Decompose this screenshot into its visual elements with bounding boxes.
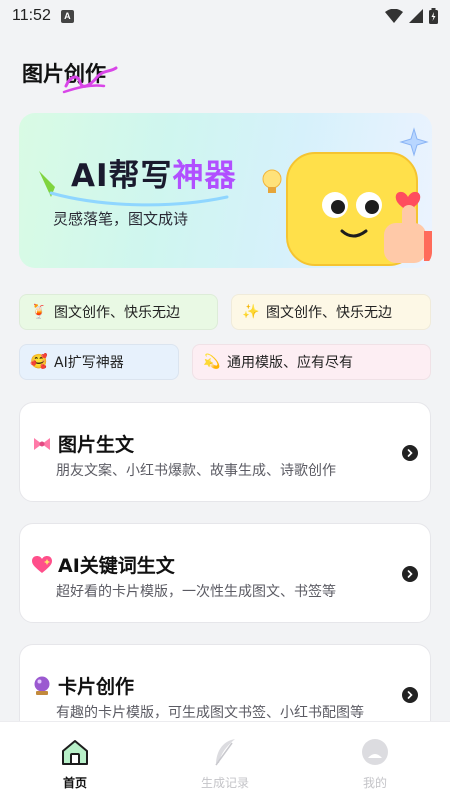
nav-label: 首页 [62, 776, 87, 790]
battery-icon [429, 8, 438, 24]
feather-icon [209, 736, 241, 768]
card-title: AI关键词生文 [32, 551, 175, 578]
card-description: 有趣的卡片模版，可生成图文书签、小红书配图等 [56, 705, 364, 721]
title-underline-squiggle [62, 66, 118, 94]
tag-label: 通用模版、应有尽有 [227, 355, 353, 371]
crystal-ball-icon [32, 676, 52, 696]
nav-item-home[interactable]: 首页 [0, 722, 150, 801]
card-description: 超好看的卡片模版，一次性生成图文、书签等 [56, 584, 336, 600]
chevron-right-icon[interactable] [402, 445, 418, 461]
status-icons [385, 8, 438, 24]
feature-card-ai-keyword-to-text[interactable]: AI关键词生文 超好看的卡片模版，一次性生成图文、书签等 [19, 523, 431, 623]
banner-title-highlight: 神器 [172, 158, 237, 194]
light-bulb-icon [262, 169, 282, 193]
dizzy-star-icon: 💫 [203, 354, 221, 370]
nav-label: 我的 [362, 776, 387, 790]
accessibility-icon: A [60, 9, 74, 23]
chevron-right-icon[interactable] [402, 687, 418, 703]
signal-icon [409, 9, 423, 23]
status-time: 11:52 [12, 7, 51, 24]
mascot-thumbs-up-illustration [262, 127, 432, 266]
tag-chip[interactable]: 🍹 图文创作、快乐无边 [19, 294, 218, 330]
feature-card-image-to-text[interactable]: 图片生文 朋友文案、小红书爆款、故事生成、诗歌创作 [19, 402, 431, 502]
chevron-right-icon[interactable] [402, 566, 418, 582]
wifi-icon [385, 9, 403, 23]
tag-label: 图文创作、快乐无边 [54, 305, 180, 321]
nav-item-profile[interactable]: 我的 [300, 722, 450, 801]
nav-label: 生成记录 [200, 776, 249, 790]
home-icon [59, 736, 91, 768]
tag-label: 图文创作、快乐无边 [266, 305, 392, 321]
cocktail-icon: 🍹 [30, 304, 48, 320]
card-title: 卡片创作 [32, 672, 134, 699]
nav-item-history[interactable]: 生成记录 [150, 722, 300, 801]
smiling-hearts-icon: 🥰 [30, 354, 48, 370]
card-title: 图片生文 [32, 430, 134, 457]
banner-subtitle: 灵感落笔，图文成诗 [53, 210, 189, 228]
bottom-navigation: 首页 生成记录 我的 [0, 721, 450, 801]
profile-icon [359, 736, 391, 768]
sparkles-icon: ✨ [242, 304, 260, 320]
tag-chip[interactable]: 🥰 AI扩写神器 [19, 344, 179, 380]
card-description: 朋友文案、小红书爆款、故事生成、诗歌创作 [56, 463, 336, 479]
banner-title-main: AI帮写 [71, 158, 173, 194]
banner-title: AI帮写神器 [71, 150, 237, 195]
tag-label: AI扩写神器 [54, 355, 124, 371]
sparkling-heart-icon [32, 555, 52, 575]
sparkle-icon [399, 127, 429, 157]
status-bar: 11:52 A [0, 0, 450, 32]
tag-chip[interactable]: 💫 通用模版、应有尽有 [192, 344, 431, 380]
tag-chip[interactable]: ✨ 图文创作、快乐无边 [231, 294, 431, 330]
hero-banner[interactable]: AI帮写神器 灵感落笔，图文成诗 [19, 113, 432, 268]
ribbon-icon [32, 434, 52, 454]
